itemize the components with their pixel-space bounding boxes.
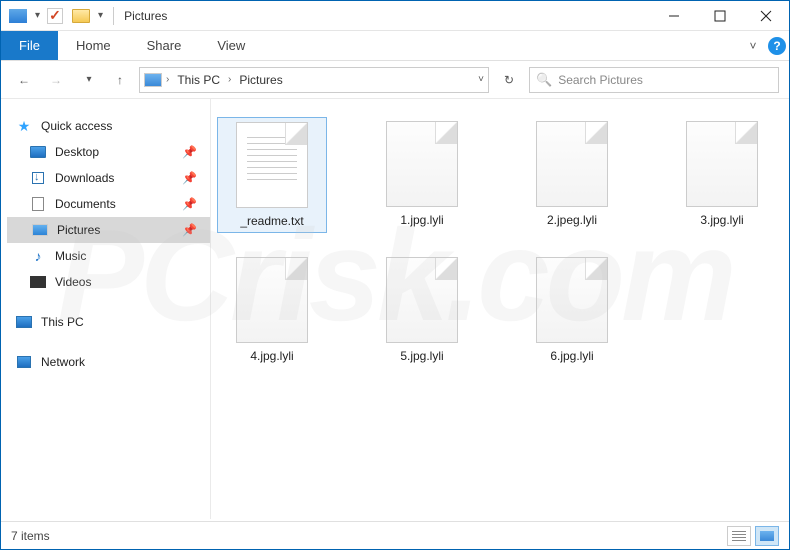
network-icon	[15, 354, 33, 370]
pin-icon: 📌	[182, 145, 197, 159]
pin-icon: 📌	[182, 171, 197, 185]
file-name: 2.jpeg.lyli	[547, 213, 597, 227]
list-icon	[732, 531, 746, 541]
ribbon: File Home Share View ˅ ?	[1, 31, 789, 61]
file-name: 6.jpg.lyli	[550, 349, 593, 363]
thumbnails-view-button[interactable]	[755, 526, 779, 546]
location-icon	[144, 73, 162, 87]
breadcrumb[interactable]: Pictures	[235, 73, 286, 87]
sidebar-item-label: This PC	[41, 315, 84, 329]
file-icon	[686, 121, 758, 207]
sidebar-item-downloads[interactable]: Downloads 📌	[7, 165, 211, 191]
separator	[113, 7, 114, 25]
search-icon: 🔍	[536, 72, 552, 88]
up-button[interactable]: ↑	[107, 67, 133, 93]
chevron-right-icon[interactable]: ›	[228, 74, 231, 85]
file-item[interactable]: 2.jpeg.lyli	[517, 117, 627, 233]
text-file-icon	[236, 122, 308, 208]
sidebar-item-label: Downloads	[55, 171, 114, 185]
file-list[interactable]: _readme.txt 1.jpg.lyli 2.jpeg.lyli 3.jpg.ly…	[211, 99, 789, 519]
pictures-icon	[31, 222, 49, 238]
file-item[interactable]: 1.jpg.lyli	[367, 117, 477, 233]
address-bar[interactable]: › This PC › Pictures ˅	[139, 67, 489, 93]
file-icon	[536, 121, 608, 207]
status-bar: 7 items	[1, 521, 789, 549]
forward-button[interactable]: →	[43, 67, 69, 93]
close-button[interactable]	[743, 1, 789, 31]
pin-icon: 📌	[182, 197, 197, 211]
file-icon	[236, 257, 308, 343]
sidebar-item-label: Desktop	[55, 145, 99, 159]
file-name: 4.jpg.lyli	[250, 349, 293, 363]
sidebar-item-label: Documents	[55, 197, 116, 211]
thumbnail-icon	[760, 531, 774, 541]
maximize-button[interactable]	[697, 1, 743, 31]
file-name: _readme.txt	[240, 214, 303, 228]
sidebar-item-this-pc[interactable]: This PC	[7, 309, 211, 335]
sidebar-item-label: Quick access	[41, 119, 112, 133]
documents-icon	[29, 196, 47, 212]
this-pc-icon	[15, 314, 33, 330]
help-button[interactable]: ?	[765, 31, 789, 60]
properties-icon[interactable]: ✓	[44, 5, 66, 27]
file-icon	[386, 121, 458, 207]
search-input[interactable]	[558, 73, 772, 87]
file-item[interactable]: _readme.txt	[217, 117, 327, 233]
chevron-down-icon[interactable]: ˅	[478, 74, 484, 85]
navigation-bar: ← → ▾ ↑ › This PC › Pictures ˅ ↻ 🔍	[1, 61, 789, 99]
music-icon: ♪	[29, 248, 47, 264]
new-folder-icon[interactable]	[70, 5, 92, 27]
file-name: 1.jpg.lyli	[400, 213, 443, 227]
file-item[interactable]: 3.jpg.lyli	[667, 117, 777, 233]
sidebar-item-network[interactable]: Network	[7, 349, 211, 375]
back-button[interactable]: ←	[11, 67, 37, 93]
file-icon	[386, 257, 458, 343]
sidebar-item-desktop[interactable]: Desktop 📌	[7, 139, 211, 165]
recent-locations-button[interactable]: ▾	[75, 67, 101, 93]
search-box[interactable]: 🔍	[529, 67, 779, 93]
chevron-down-icon[interactable]: ▾	[98, 10, 103, 21]
sidebar-item-documents[interactable]: Documents 📌	[7, 191, 211, 217]
star-icon: ★	[15, 118, 33, 134]
file-item[interactable]: 6.jpg.lyli	[517, 253, 627, 367]
chevron-right-icon[interactable]: ›	[166, 74, 169, 85]
sidebar-item-videos[interactable]: Videos	[7, 269, 211, 295]
sidebar-item-pictures[interactable]: Pictures 📌	[7, 217, 211, 243]
sidebar-item-music[interactable]: ♪ Music	[7, 243, 211, 269]
sidebar-item-label: Music	[55, 249, 86, 263]
chevron-down-icon[interactable]: ▾	[35, 10, 40, 21]
tab-share[interactable]: Share	[129, 31, 200, 60]
tab-home[interactable]: Home	[58, 31, 129, 60]
quick-access-toolbar: ▾ ✓ ▾	[1, 5, 109, 27]
sidebar-item-quick-access[interactable]: ★ Quick access	[7, 113, 211, 139]
file-tab[interactable]: File	[1, 31, 58, 60]
expand-ribbon-button[interactable]: ˅	[741, 31, 765, 60]
tab-view[interactable]: View	[199, 31, 263, 60]
item-count: 7 items	[11, 529, 50, 543]
refresh-button[interactable]: ↻	[495, 67, 523, 93]
file-item[interactable]: 5.jpg.lyli	[367, 253, 477, 367]
file-name: 3.jpg.lyli	[700, 213, 743, 227]
file-item[interactable]: 4.jpg.lyli	[217, 253, 327, 367]
details-view-button[interactable]	[727, 526, 751, 546]
sidebar-item-label: Pictures	[57, 223, 100, 237]
videos-icon	[29, 274, 47, 290]
navigation-pane: ★ Quick access Desktop 📌 Downloads 📌 Doc…	[1, 99, 211, 519]
explorer-icon[interactable]	[7, 5, 29, 27]
sidebar-item-label: Network	[41, 355, 85, 369]
pin-icon: 📌	[182, 223, 197, 237]
file-icon	[536, 257, 608, 343]
window-title: Pictures	[124, 9, 167, 23]
sidebar-item-label: Videos	[55, 275, 91, 289]
title-bar: ▾ ✓ ▾ Pictures	[1, 1, 789, 31]
file-name: 5.jpg.lyli	[400, 349, 443, 363]
breadcrumb[interactable]: This PC	[173, 73, 224, 87]
desktop-icon	[29, 144, 47, 160]
minimize-button[interactable]	[651, 1, 697, 31]
downloads-icon	[29, 170, 47, 186]
